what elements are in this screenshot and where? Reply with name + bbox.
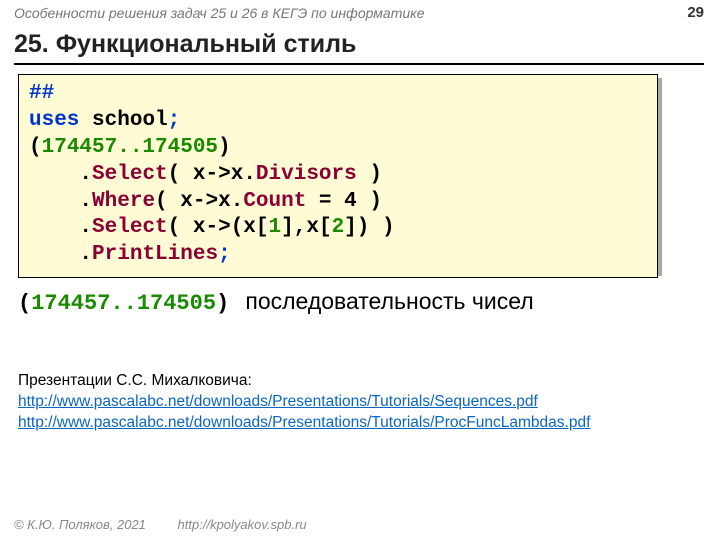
page-number: 29 [687, 4, 704, 21]
references: Презентации С.С. Михалковича: http://www… [18, 371, 590, 434]
kw-select-2: Select [92, 216, 168, 239]
code-l1: ## [29, 82, 54, 105]
footer-url: http://kpolyakov.spb.ru [178, 517, 307, 532]
kw-count: Count [243, 190, 306, 213]
ref-link-1[interactable]: http://www.pascalabc.net/downloads/Prese… [18, 393, 538, 410]
kw-where: Where [92, 190, 155, 213]
slide: Особенности решения задач 25 и 26 в КЕГЭ… [0, 0, 720, 540]
sequence-range: (174457..174505) [18, 291, 229, 316]
ref-intro: Презентации С.С. Михалковича: [18, 371, 590, 392]
ref-link-2[interactable]: http://www.pascalabc.net/downloads/Prese… [18, 414, 590, 431]
top-row: Особенности решения задач 25 и 26 в КЕГЭ… [14, 4, 704, 21]
kw-select-1: Select [92, 163, 168, 186]
code-content: ## uses school; (174457..174505) .Select… [18, 74, 658, 278]
kw-divisors: Divisors [256, 163, 357, 186]
code-block: ## uses school; (174457..174505) .Select… [18, 74, 658, 278]
sequence-annotation: (174457..174505) последовательность чисе… [18, 288, 534, 316]
kw-printlines: PrintLines [92, 243, 218, 266]
kw-uses: uses [29, 109, 79, 132]
sequence-text: последовательность чисел [245, 288, 533, 314]
range-literal: 174457..174505 [42, 136, 218, 159]
running-title: Особенности решения задач 25 и 26 в КЕГЭ… [14, 5, 425, 21]
ident-school: school [92, 109, 168, 132]
footer-copy: © К.Ю. Поляков, 2021 [14, 517, 146, 532]
page-title: 25. Функциональный стиль [14, 30, 704, 65]
footer: © К.Ю. Поляков, 2021 http://kpolyakov.sp… [14, 517, 307, 532]
